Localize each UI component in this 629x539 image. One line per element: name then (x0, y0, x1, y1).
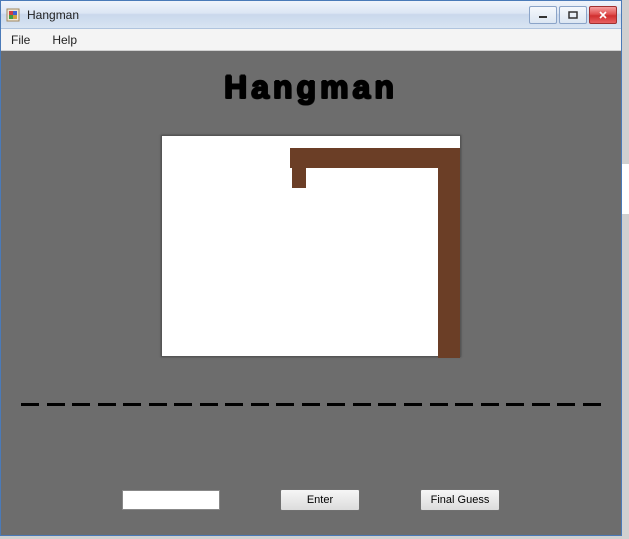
letter-blank (327, 403, 345, 406)
controls-row: Enter Final Guess (1, 489, 621, 511)
final-guess-button[interactable]: Final Guess (420, 489, 500, 511)
gallows-rope (292, 166, 306, 188)
letter-blank (276, 403, 294, 406)
letter-blank (430, 403, 448, 406)
menu-file[interactable]: File (7, 31, 34, 49)
letter-blank (557, 403, 575, 406)
client-area: Hangman Enter Final Guess (1, 51, 621, 535)
letter-blank (98, 403, 116, 406)
letter-blank (532, 403, 550, 406)
window-title: Hangman (27, 8, 529, 22)
letter-blank (404, 403, 422, 406)
letter-blank (583, 403, 601, 406)
close-button[interactable] (589, 6, 617, 24)
maximize-button[interactable] (559, 6, 587, 24)
letter-blank (225, 403, 243, 406)
letter-blank (123, 403, 141, 406)
letter-blank (378, 403, 396, 406)
app-icon (5, 7, 21, 23)
letter-blank (251, 403, 269, 406)
letter-blank (200, 403, 218, 406)
word-blanks (21, 403, 601, 406)
letter-blank (455, 403, 473, 406)
window-controls (529, 6, 617, 24)
scrollbar-artifact (622, 164, 629, 214)
game-title: Hangman (224, 69, 398, 106)
letter-blank (302, 403, 320, 406)
letter-blank (47, 403, 65, 406)
menubar: File Help (1, 29, 621, 51)
enter-button[interactable]: Enter (280, 489, 360, 511)
titlebar: Hangman (1, 1, 621, 29)
minimize-button[interactable] (529, 6, 557, 24)
letter-blank (353, 403, 371, 406)
hangman-canvas (161, 135, 461, 357)
letter-blank (21, 403, 39, 406)
letter-blank (506, 403, 524, 406)
letter-blank (481, 403, 499, 406)
gallows-post (438, 148, 460, 358)
letter-blank (72, 403, 90, 406)
menu-help[interactable]: Help (48, 31, 81, 49)
gallows-beam (290, 148, 460, 168)
guess-input[interactable] (122, 490, 220, 510)
app-window: Hangman File Help Hangman Enter (0, 0, 622, 536)
letter-blank (149, 403, 167, 406)
letter-blank (174, 403, 192, 406)
